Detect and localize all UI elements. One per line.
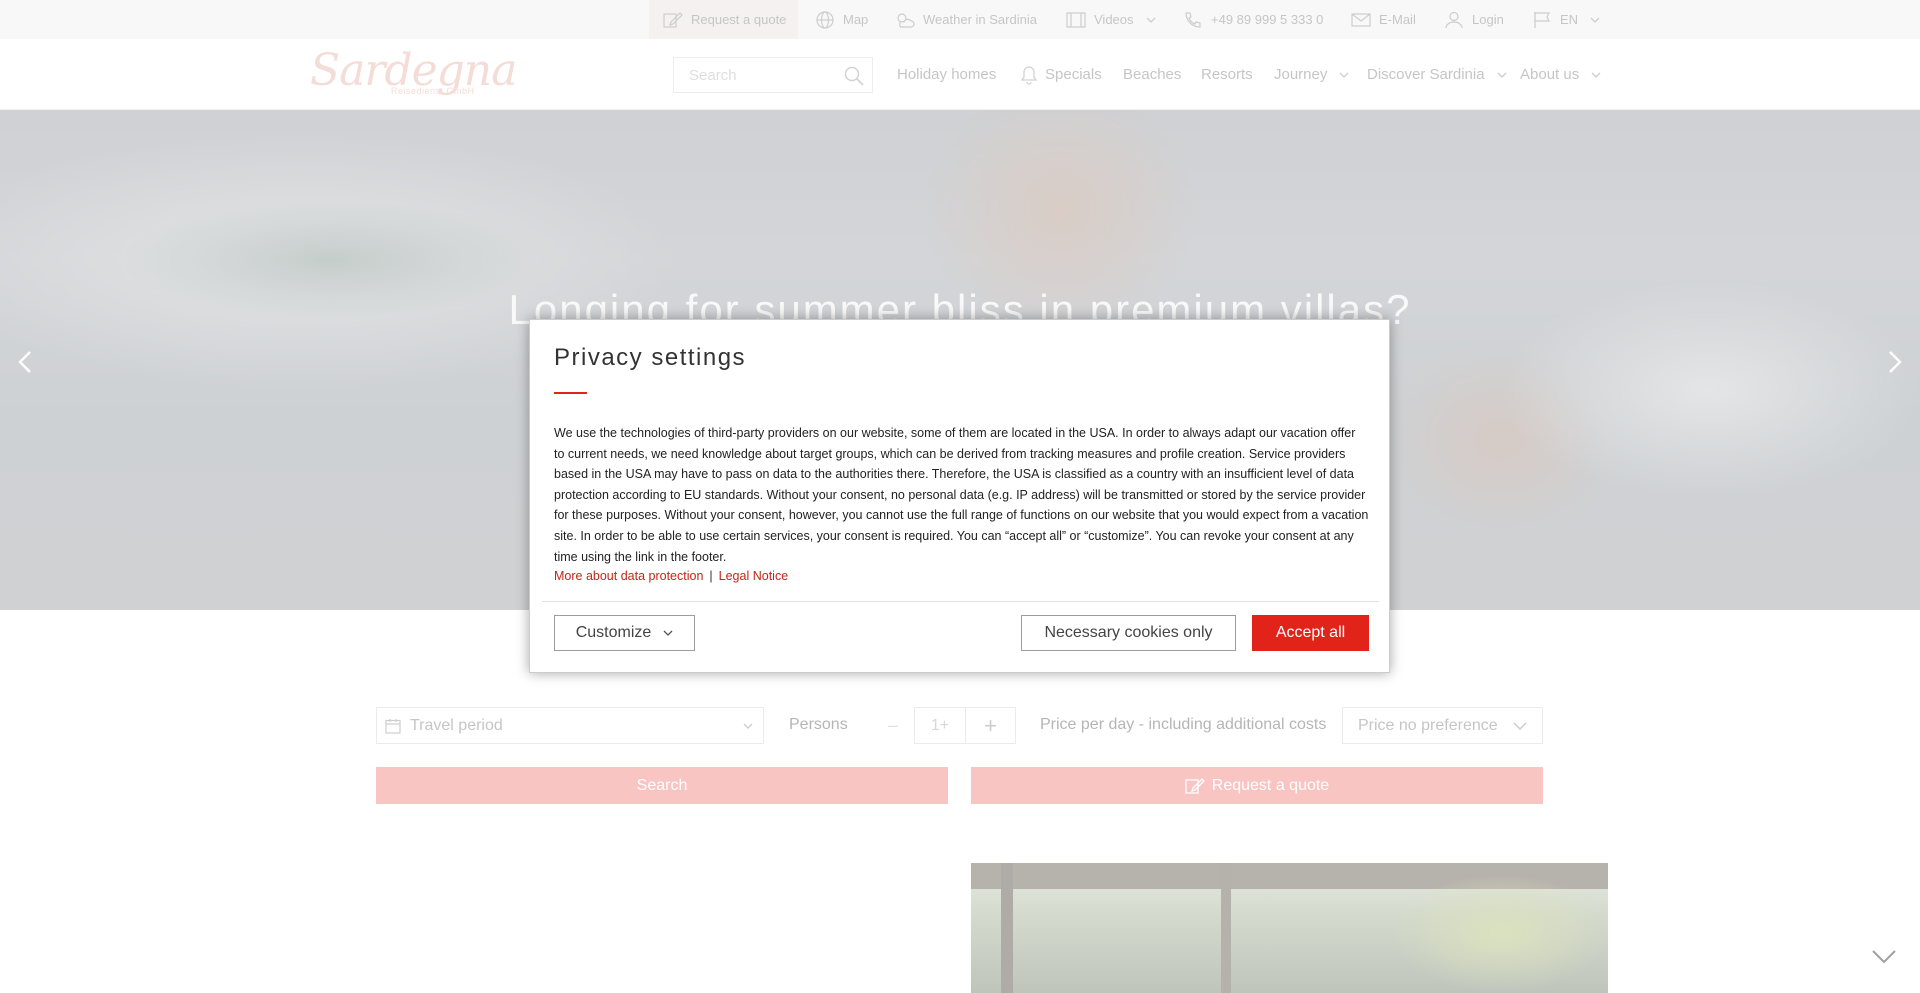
link-separator: |: [709, 569, 713, 583]
accept-all-button[interactable]: Accept all: [1252, 615, 1369, 651]
privacy-dialog-title: Privacy settings: [554, 344, 747, 371]
privacy-dialog-links: More about data protection | Legal Notice: [554, 569, 788, 583]
data-protection-link[interactable]: More about data protection: [554, 569, 703, 583]
customize-label: Customize: [575, 624, 652, 641]
customize-button[interactable]: Customize: [554, 615, 695, 651]
chevron-down-icon: [663, 630, 673, 636]
dialog-divider: [542, 601, 1379, 602]
scroll-down-chevron-icon[interactable]: [1871, 948, 1897, 966]
title-underline-divider: [554, 392, 587, 394]
legal-notice-link[interactable]: Legal Notice: [719, 569, 789, 583]
necessary-cookies-button[interactable]: Necessary cookies only: [1021, 615, 1236, 651]
privacy-settings-dialog: Privacy settings We use the technologies…: [529, 319, 1390, 673]
privacy-dialog-body: We use the technologies of third-party p…: [554, 426, 1369, 564]
